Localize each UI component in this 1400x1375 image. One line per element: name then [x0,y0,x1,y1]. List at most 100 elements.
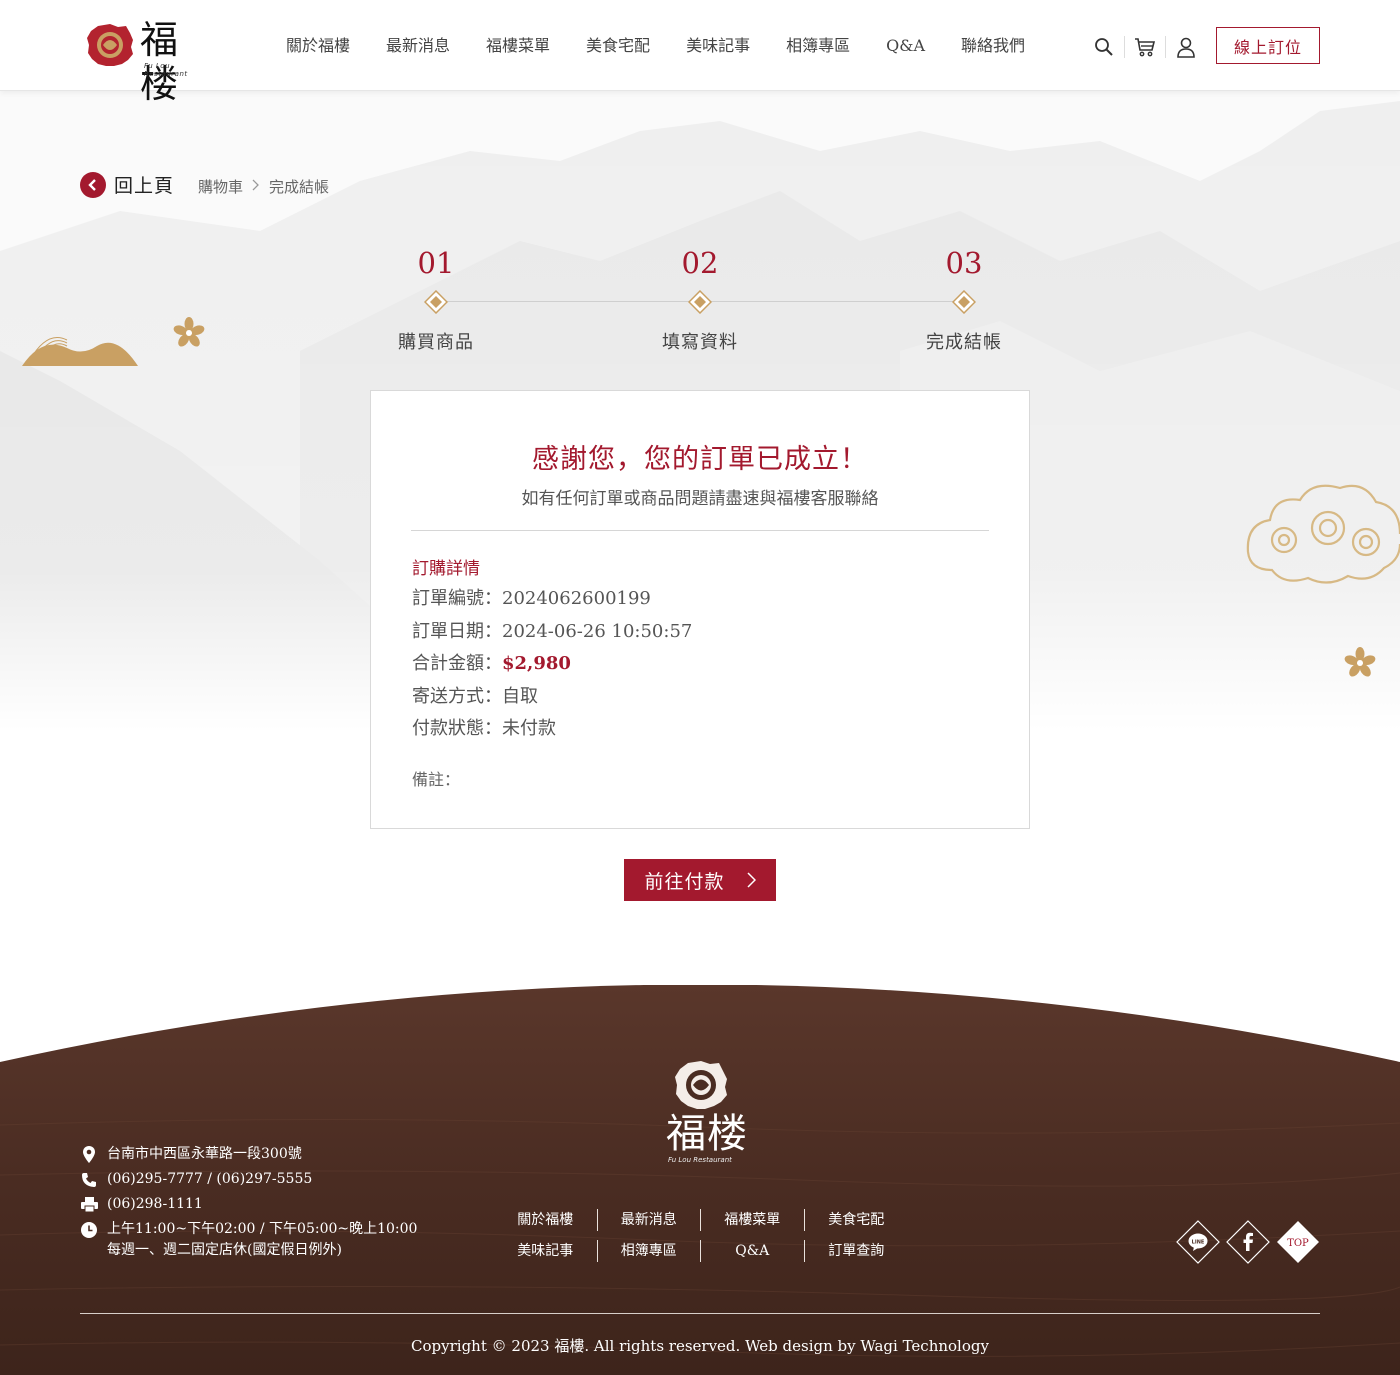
search-icon[interactable] [1090,33,1118,61]
top-text: TOP [1287,1238,1309,1249]
payment-status-row: 付款狀態：未付款 [412,714,556,740]
step-label: 完成結帳 [926,332,1002,353]
footer-link-order-lookup[interactable]: 訂單查詢 [805,1240,909,1262]
footer-link-delivery[interactable]: 美食宅配 [805,1209,909,1231]
phone-icon [80,1170,98,1189]
step-number: 03 [945,246,983,280]
step-number: 02 [681,246,719,280]
location-pin-icon [80,1145,98,1164]
order-date-row: 訂單日期：2024-06-26 10:50:57 [412,617,692,643]
header-actions [1090,33,1200,61]
clock-icon [80,1220,98,1239]
site-footer: 福楼 Fu Lou Restaurant 台南市中西區永華路一段300號 (06… [0,985,1400,1375]
contact-info: 台南市中西區永華路一段300號 (06)295-7777 / (06)297-5… [80,1145,417,1266]
fax-icon [80,1195,98,1214]
footer-logo[interactable]: 福楼 Fu Lou Restaurant [660,1060,747,1178]
logo-subtitle: Fu Lou Restaurant [144,62,188,78]
order-total-value: $2,980 [502,653,571,674]
flower-decoration [1344,647,1376,677]
footer-link-qa[interactable]: Q&A [701,1240,805,1262]
nav-gallery[interactable]: 相簿專區 [786,33,850,59]
line-text: LINE [1192,1240,1205,1246]
cloud-decoration [1246,484,1400,584]
order-confirmation-card: 感謝您，您的訂單已成立！ 如有任何訂單或商品問題請盡速與福樓客服聯絡 訂購詳情 … [370,390,1030,829]
divider [1165,36,1166,58]
divider [80,1313,1320,1314]
order-number-value: 2024062600199 [502,588,651,609]
hours-row: 上午11:00~下午02:00 / 下午05:00~晚上10:00 每週一、週二… [80,1220,417,1260]
nav-contact[interactable]: 聯絡我們 [961,33,1025,59]
back-link[interactable]: 回上頁 [80,171,174,198]
footer-link-menu[interactable]: 福樓菜單 [701,1209,805,1231]
address-text: 台南市中西區永華路一段300號 [107,1146,302,1162]
address-row: 台南市中西區永華路一段300號 [80,1145,417,1164]
facebook-icon[interactable] [1226,1220,1270,1264]
breadcrumb-cart[interactable]: 購物車 [198,176,243,197]
flower-decoration [173,317,205,347]
chevron-right-icon [252,179,260,195]
payment-status-value: 未付款 [502,718,556,739]
diamond-icon [423,289,449,315]
user-icon[interactable] [1172,33,1200,61]
step-number: 01 [417,246,455,280]
gold-hill-decoration [22,337,138,366]
fax-text: (06)298-1111 [107,1196,203,1212]
nav-news[interactable]: 最新消息 [386,33,450,59]
footer-links: 關於福樓 最新消息 福樓菜單 美食宅配 美味記事 相簿專區 Q&A 訂單查詢 [494,1209,908,1271]
top-button[interactable]: TOP [1276,1220,1320,1264]
logo-seal-icon [675,1061,727,1109]
order-detail-heading: 訂購詳情 [412,559,480,579]
order-number-label: 訂單編號： [412,588,502,609]
checkout-steps: 01 購買商品 02 填寫資料 03 完成結帳 [370,240,1030,360]
step-label: 購買商品 [398,332,474,353]
footer-logo-text: 福楼 [666,1111,748,1157]
pay-button-label: 前往付款 [644,870,725,893]
cart-icon[interactable] [1131,33,1159,61]
nav-menu[interactable]: 福樓菜單 [486,33,550,59]
footer-link-gallery[interactable]: 相簿專區 [598,1240,701,1262]
copyright: Copyright © 2023 福樓. All rights reserved… [411,1337,989,1355]
nav-about[interactable]: 關於福樓 [286,33,350,59]
divider [1124,36,1125,58]
social-links: LINE TOP [1176,1220,1320,1264]
fax-row: (06)298-1111 [80,1195,417,1214]
nav-delivery[interactable]: 美食宅配 [586,33,650,59]
diamond-icon [951,289,977,315]
logo-seal-icon [87,24,133,66]
proceed-to-payment-button[interactable]: 前往付款 [624,859,776,901]
order-subtitle: 如有任何訂單或商品問題請盡速與福樓客服聯絡 [521,489,879,509]
footer-link-about[interactable]: 關於福樓 [494,1209,598,1231]
site-header: 福楼 Fu Lou Restaurant 關於福樓 最新消息 福樓菜單 美食宅配… [0,0,1400,106]
step-label: 填寫資料 [662,332,738,353]
footer-logo-subtitle: Fu Lou Restaurant [668,1156,732,1164]
main-nav: 關於福樓 最新消息 福樓菜單 美食宅配 美味記事 相簿專區 Q&A 聯絡我們 [268,33,1043,59]
order-date-value: 2024-06-26 10:50:57 [502,621,693,642]
closed-days: 每週一、週二固定店休(國定假日例外) [107,1242,342,1258]
step-1: 01 購買商品 [370,240,502,354]
logo[interactable]: 福楼 Fu Lou Restaurant [86,18,216,106]
chevron-left-icon [80,171,106,198]
order-date-label: 訂單日期： [412,621,502,642]
shipping-value: 自取 [502,686,538,707]
payment-status-label: 付款狀態： [412,718,502,739]
order-total-label: 合計金額： [412,653,502,674]
phone-row: (06)295-7777 / (06)297-5555 [80,1170,417,1189]
back-label: 回上頁 [114,175,175,197]
opening-hours: 上午11:00~下午02:00 / 下午05:00~晚上10:00 [107,1221,418,1237]
footer-links-row: 關於福樓 最新消息 福樓菜單 美食宅配 [494,1209,908,1231]
breadcrumb-current: 完成結帳 [269,178,330,196]
footer-link-news[interactable]: 最新消息 [598,1209,701,1231]
step-3: 03 完成結帳 [898,240,1030,354]
line-icon[interactable]: LINE [1176,1220,1220,1264]
nav-articles[interactable]: 美味記事 [686,33,750,59]
footer-link-articles[interactable]: 美味記事 [494,1240,598,1262]
online-booking-button[interactable]: 線上訂位 [1216,27,1320,64]
phone-text[interactable]: (06)295-7777 / (06)297-5555 [107,1170,312,1189]
step-2: 02 填寫資料 [634,240,766,354]
order-number-row: 訂單編號：2024062600199 [412,584,651,610]
nav-qa[interactable]: Q&A [886,33,925,59]
breadcrumb: 購物車 完成結帳 [198,176,329,197]
order-note-label: 備註： [412,770,461,789]
chevron-right-icon [746,872,756,888]
diamond-icon [687,289,713,315]
